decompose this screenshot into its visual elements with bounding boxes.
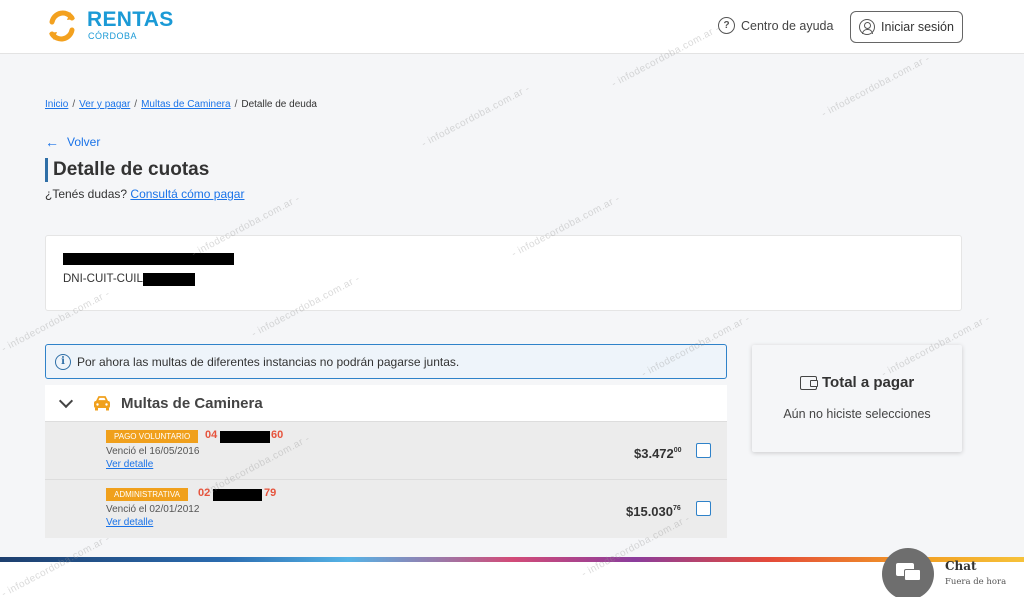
fine-row: ADMINISTRATIVA 02 79 Venció el 02/01/201… [45,479,727,538]
chevron-down-icon[interactable] [58,393,74,408]
redacted-dni [143,273,195,286]
amount-main: $3.472 [634,446,674,461]
group-title: Multas de Caminera [121,394,263,412]
question-circle-icon: ? [718,17,735,34]
taxpayer-card: DNI-CUIT-CUIL: [45,235,962,311]
help-center-link[interactable]: ? Centro de ayuda [718,17,833,34]
breadcrumb-inicio[interactable]: Inicio [45,99,68,110]
footer [0,562,1024,597]
arrow-left-icon: ← [45,134,59,150]
status-badge: PAGO VOLUNTARIO [106,430,199,443]
back-label: Volver [67,135,101,149]
watermark: - infodecordoba.com.ar - [820,53,932,120]
due-date: Venció el 16/05/2016 [106,446,200,457]
fine-code-suffix: 79 [264,487,277,499]
redacted-fine-code [220,431,270,443]
breadcrumb-current: Detalle de deuda [241,99,317,110]
fine-code-prefix: 02 [198,487,211,499]
fines-group-header[interactable]: Multas de Caminera [45,385,727,421]
view-detail-link[interactable]: Ver detalle [106,517,153,528]
status-badge: ADMINISTRATIVA [106,488,188,501]
breadcrumb-ver-y-pagar[interactable]: Ver y pagar [79,99,130,110]
total-title: Total a pagar [800,374,914,391]
login-button[interactable]: Iniciar sesión [850,11,963,43]
chat-label: Chat [945,559,977,573]
total-title-label: Total a pagar [822,374,915,391]
rentas-logo-icon [49,10,75,42]
car-icon [94,396,110,411]
help-question: ¿Tenés dudas? Consultá cómo pagar [45,187,244,201]
chat-bubble-icon-secondary [904,569,921,581]
select-checkbox[interactable] [696,501,711,516]
watermark: - infodecordoba.com.ar - [420,83,532,150]
doubt-question: ¿Tenés dudas? [45,187,128,201]
redacted-name [63,253,234,265]
due-date: Venció el 02/01/2012 [106,504,200,515]
dni-label: DNI-CUIT-CUIL: [63,273,147,285]
how-to-pay-link[interactable]: Consultá cómo pagar [130,187,244,201]
redacted-fine-code [213,489,262,501]
breadcrumb-multas-caminera[interactable]: Multas de Caminera [141,99,230,110]
total-panel: Total a pagar Aún no hiciste selecciones [752,345,962,452]
info-icon: i [55,353,71,370]
info-notice: i Por ahora las multas de diferentes ins… [45,344,727,379]
login-label: Iniciar sesión [881,20,954,34]
amount-cents: 76 [673,505,681,512]
back-link[interactable]: ← Volver [45,134,100,150]
top-header: RENTAS CÓRDOBA ? Centro de ayuda Iniciar… [0,0,1024,54]
notice-text: Por ahora las multas de diferentes insta… [77,354,460,369]
page-title: Detalle de cuotas [45,158,209,182]
amount-main: $15.030 [626,504,673,519]
chat-status: Fuera de hora [945,577,1007,587]
chat-button[interactable] [882,548,934,597]
view-detail-link[interactable]: Ver detalle [106,459,153,470]
fine-amount: $15.03076 [626,504,681,519]
select-checkbox[interactable] [696,443,711,458]
rentas-logo[interactable]: RENTAS CÓRDOBA [44,6,174,46]
fine-amount: $3.47200 [634,446,682,461]
breadcrumb: Inicio / Ver y pagar / Multas de Caminera / De… [45,99,317,110]
amount-cents: 00 [673,447,682,454]
fine-code-prefix: 04 [205,429,218,441]
total-empty-text: Aún no hiciste selecciones [783,407,931,421]
fine-code-suffix: 60 [271,429,284,441]
logo-title: RENTAS [87,8,174,31]
help-center-label: Centro de ayuda [741,18,834,33]
logo-subtitle: CÓRDOBA [88,31,138,41]
user-circle-icon [859,19,876,35]
fine-row: PAGO VOLUNTARIO 04 60 Venció el 16/05/20… [45,421,727,479]
wallet-icon [800,375,818,390]
